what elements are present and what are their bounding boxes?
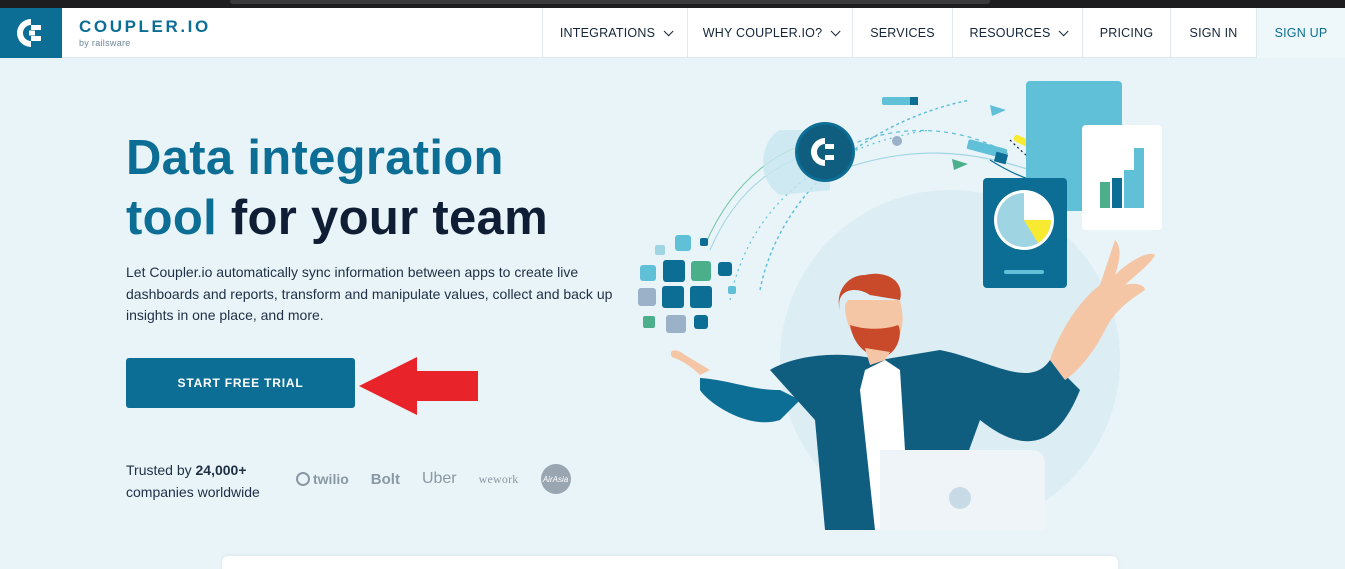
top-navigation: COUPLER.IO by railsware INTEGRATIONS WHY… — [0, 8, 1345, 58]
nav-item-label: SIGN UP — [1274, 26, 1328, 40]
coupler-logo-icon[interactable] — [0, 8, 62, 58]
brand-byline: by railsware — [79, 38, 131, 48]
trusted-suffix: companies worldwide — [126, 484, 260, 500]
hero-illustration — [638, 81, 1162, 530]
chevron-down-icon — [663, 25, 674, 36]
nav-item-why-coupler[interactable]: WHY COUPLER.IO? — [687, 8, 852, 58]
red-arrow-icon — [359, 357, 478, 415]
hero-title-accent-2: tool — [126, 191, 217, 245]
nav-item-label: PRICING — [1099, 26, 1154, 40]
nav-item-sign-up[interactable]: SIGN UP — [1256, 8, 1345, 58]
trusted-count: 24,000+ — [195, 462, 247, 478]
airasia-logo: AirAsia — [540, 464, 571, 494]
browser-top-strip — [0, 0, 1345, 8]
nav-item-label: SIGN IN — [1189, 26, 1238, 40]
main-menu: INTEGRATIONS WHY COUPLER.IO? SERVICES RE… — [542, 8, 1345, 58]
twilio-logo: twilio — [296, 471, 349, 487]
hero-title: Data integration tool for your team — [126, 128, 548, 248]
nav-item-resources[interactable]: RESOURCES — [952, 8, 1082, 58]
brand-wordmark[interactable]: COUPLER.IO by railsware — [79, 18, 211, 48]
nav-item-pricing[interactable]: PRICING — [1082, 8, 1170, 58]
chevron-down-icon — [830, 25, 841, 36]
trusted-by-text: Trusted by 24,000+ companies worldwide — [126, 459, 260, 503]
nav-item-label: WHY COUPLER.IO? — [702, 26, 823, 40]
nav-item-label: SERVICES — [870, 26, 935, 40]
nav-item-integrations[interactable]: INTEGRATIONS — [542, 8, 687, 58]
data-blocks-cluster — [638, 235, 736, 333]
hero-title-rest: for your team — [230, 191, 548, 245]
chevron-down-icon — [1059, 25, 1070, 36]
nav-item-services[interactable]: SERVICES — [852, 8, 952, 58]
nav-item-label: INTEGRATIONS — [559, 26, 656, 40]
twilio-icon — [296, 472, 310, 486]
nav-item-label: RESOURCES — [969, 26, 1051, 40]
trusted-prefix: Trusted by — [126, 462, 192, 478]
nav-item-sign-in[interactable]: SIGN IN — [1170, 8, 1256, 58]
client-logos: twilio Bolt Uber wework AirAsia — [296, 462, 593, 496]
bolt-logo: Bolt — [370, 470, 400, 488]
hero-description: Let Coupler.io automatically sync inform… — [126, 264, 613, 323]
start-free-trial-button[interactable]: START FREE TRIAL — [126, 358, 355, 408]
hero-title-accent: Data integration — [126, 131, 504, 185]
uber-logo: Uber — [421, 470, 457, 487]
content-card-edge — [222, 556, 1118, 569]
wework-logo: wework — [478, 471, 519, 486]
brand-name: COUPLER.IO — [79, 17, 211, 36]
